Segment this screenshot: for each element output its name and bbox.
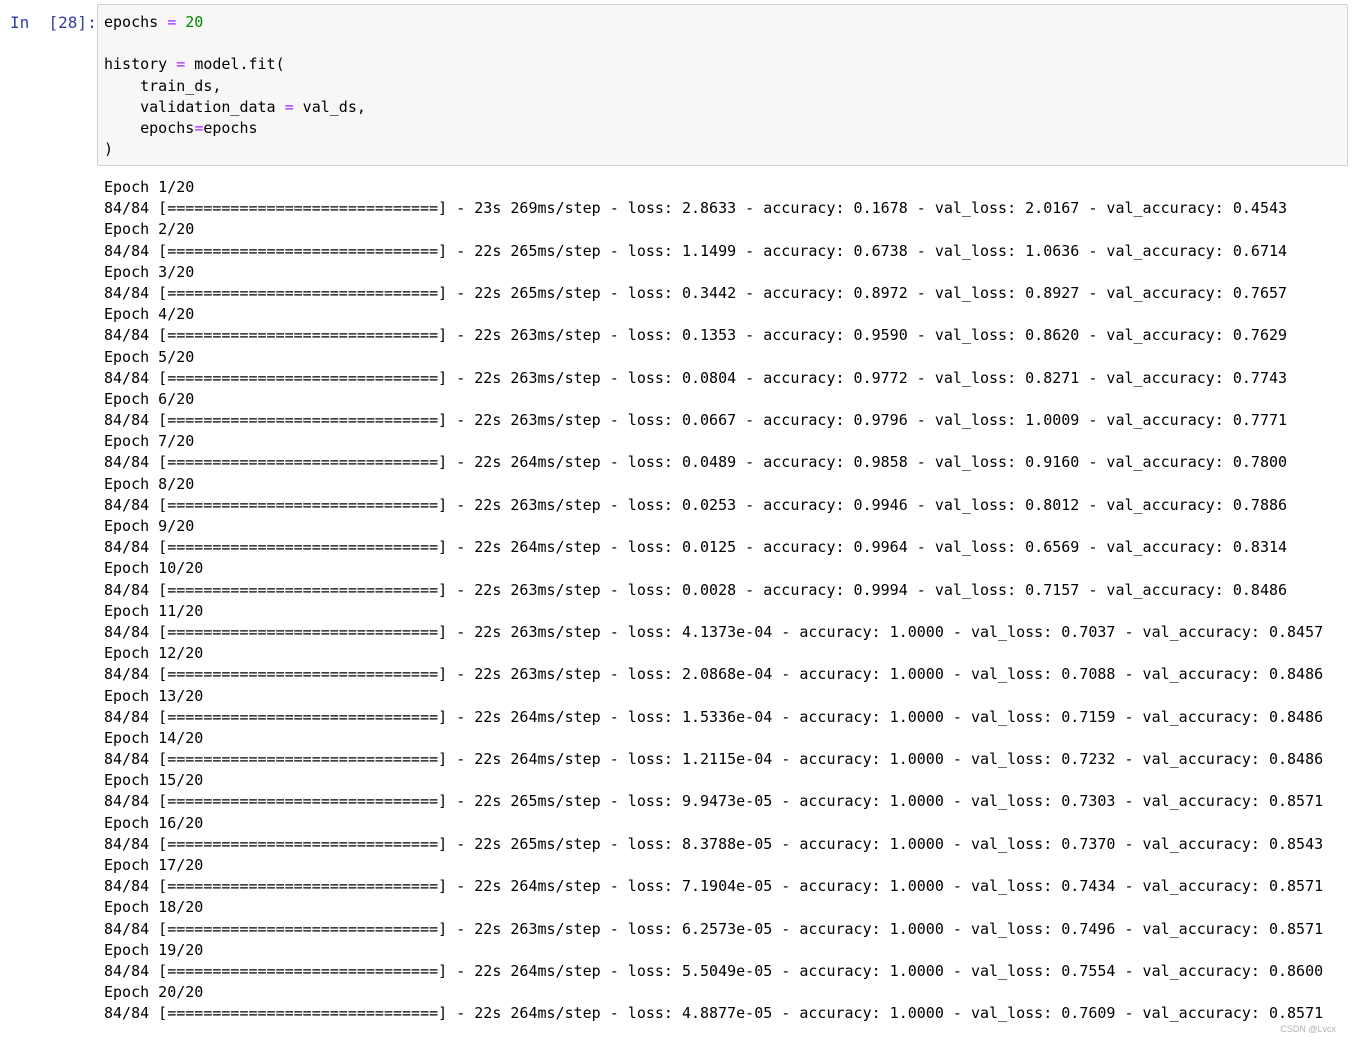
output-line: Epoch 20/20 — [104, 983, 204, 1002]
output-line: 84/84 [==============================] -… — [104, 750, 1324, 769]
output-line: Epoch 6/20 — [104, 389, 195, 408]
code-operator: = — [284, 97, 294, 116]
output-line: Epoch 16/20 — [104, 813, 204, 832]
code-line-3: train_ds, — [104, 76, 222, 95]
code-number: 20 — [185, 13, 204, 31]
output-line: Epoch 15/20 — [104, 771, 204, 790]
output-line: 84/84 [==============================] -… — [104, 919, 1324, 938]
code-line-0: epochs = 20 — [104, 13, 204, 31]
code-operator: = — [176, 55, 186, 74]
output-line: 84/84 [==============================] -… — [104, 834, 1324, 853]
input-prompt: In [28]: — [10, 13, 97, 32]
output-line: Epoch 9/20 — [104, 517, 195, 535]
output-line: Epoch 4/20 — [104, 305, 195, 324]
output-line: Epoch 17/20 — [104, 856, 204, 874]
output-line: 84/84 [==============================] -… — [104, 707, 1324, 726]
output-line: Epoch 12/20 — [104, 644, 204, 663]
output-line: 84/84 [==============================] -… — [104, 326, 1288, 345]
output-line: 84/84 [==============================] -… — [104, 622, 1324, 641]
output-line: Epoch 7/20 — [104, 432, 195, 451]
output-line: 84/84 [==============================] -… — [104, 877, 1324, 896]
output-line: 84/84 [==============================] -… — [104, 580, 1288, 599]
code-line-4: validation_data = val_ds, — [104, 97, 366, 116]
output-line: Epoch 8/20 — [104, 474, 195, 493]
code-line-6: ) — [104, 140, 114, 159]
output-line: Epoch 13/20 — [104, 686, 204, 705]
output-line: 84/84 [==============================] -… — [104, 792, 1324, 811]
output-line: 84/84 [==============================] -… — [104, 368, 1288, 387]
output-line: Epoch 14/20 — [104, 728, 204, 747]
output-line: 84/84 [==============================] -… — [104, 411, 1288, 430]
cell-output: Epoch 1/20 84/84 [=======================… — [104, 177, 1323, 1025]
output-line: 84/84 [==============================] -… — [104, 961, 1324, 980]
watermark: CSDN @Lvcx — [1280, 1024, 1336, 1034]
output-line: 84/84 [==============================] -… — [104, 1004, 1324, 1023]
output-line: Epoch 5/20 — [104, 347, 195, 366]
output-line: 84/84 [==============================] -… — [104, 495, 1288, 514]
code-editor[interactable]: epochs = 20 history = model.fit( train_ds… — [104, 12, 366, 160]
code-operator: = — [167, 13, 177, 31]
code-operator: = — [194, 118, 204, 137]
code-input-area[interactable]: epochs = 20 history = model.fit( train_ds… — [97, 4, 1348, 166]
output-line: Epoch 1/20 — [104, 178, 195, 196]
output-line: 84/84 [==============================] -… — [104, 241, 1288, 260]
code-line-2: history = model.fit( — [104, 55, 285, 74]
output-line: Epoch 2/20 — [104, 220, 195, 239]
output-line: 84/84 [==============================] -… — [104, 283, 1288, 302]
output-line: Epoch 3/20 — [104, 262, 195, 281]
code-line-5: epochs=epochs — [104, 118, 258, 137]
output-line: 84/84 [==============================] -… — [104, 453, 1288, 472]
output-line: Epoch 18/20 — [104, 898, 204, 917]
output-line: Epoch 19/20 — [104, 940, 204, 959]
output-line: 84/84 [==============================] -… — [104, 199, 1288, 218]
output-line: 84/84 [==============================] -… — [104, 665, 1324, 684]
output-line: Epoch 11/20 — [104, 601, 204, 620]
output-line: Epoch 10/20 — [104, 559, 204, 578]
output-line: 84/84 [==============================] -… — [104, 538, 1288, 557]
